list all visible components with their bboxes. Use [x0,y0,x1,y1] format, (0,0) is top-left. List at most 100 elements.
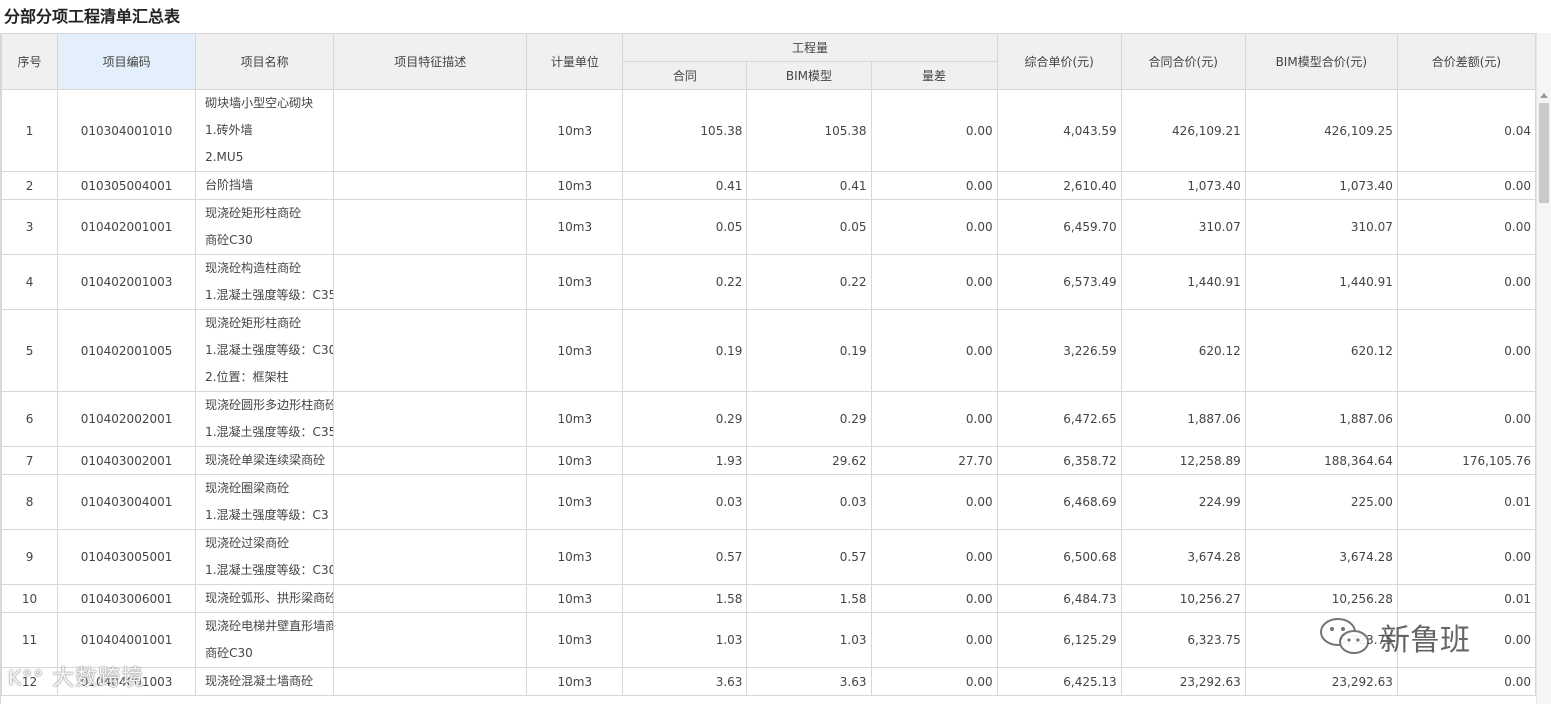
cell-name: 现浇砼圈梁商砼 1.混凝土强度等级：C3 [195,474,335,530]
cell-seq: 6 [1,391,59,447]
table-row[interactable]: 2 010305004001 台阶挡墙 10m3 0.41 0.41 0.00 2,610.4… [1,171,1537,200]
cell-feature [333,171,528,200]
cell-code: 010402001001 [57,199,197,255]
cell-contract-qty: 1.93 [622,446,748,475]
cell-contract-qty: 0.29 [622,391,748,447]
cell-feature [333,254,528,310]
cell-name: 现浇砼单梁连续梁商砼 [195,446,335,475]
cell-bim-qty: 1.03 [746,612,872,668]
cell-feature [333,584,528,613]
cell-contract-qty: 3.63 [622,667,748,696]
header-bim-total[interactable]: BIM模型合价(元) [1244,33,1398,90]
cell-feature [333,309,528,392]
cell-contract-qty: 1.58 [622,584,748,613]
cell-unit-price: 3,226.59 [996,309,1122,392]
header-contract-total[interactable]: 合同合价(元) [1120,33,1246,90]
cell-bim-qty: 3.63 [746,667,872,696]
table-row[interactable]: 9 010403005001 现浇砼过梁商砼 1.混凝土强度等级：C30 10m3 0.5… [1,529,1537,585]
table-row[interactable]: 10 010403006001 现浇砼弧形、拱形梁商砼 10m3 1.58 1.58 0.0… [1,584,1537,613]
cell-name-line: 1.混凝土强度等级：C30 [205,563,334,577]
cell-bim-qty: 0.29 [746,391,872,447]
cell-name: 现浇砼圆形多边形柱商砼 1.混凝土强度等级：C35 [195,391,335,447]
cell-unit: 10m3 [526,89,624,172]
cell-bim-total: 1,887.06 [1244,391,1398,447]
cell-contract-qty: 0.57 [622,529,748,585]
cell-feature [333,391,528,447]
cell-bim-total: 188,364.64 [1244,446,1398,475]
table-row[interactable]: 1 010304001010 砌块墙小型空心砌块 1.砖外墙 2.MU5 10m3 105.… [1,89,1537,172]
cell-unit: 10m3 [526,254,624,310]
scroll-up-arrow-icon[interactable] [1540,93,1548,98]
cell-contract-total: 620.12 [1120,309,1246,392]
header-diff[interactable]: 量差 [870,61,998,90]
cell-name-line: 2.位置：框架柱 [205,370,289,384]
cell-name-line: 现浇砼弧形、拱形梁商砼 [205,591,334,605]
table-row[interactable]: 12 010404001003 现浇砼混凝土墙商砼 10m3 3.63 3.63 0.00 6… [1,667,1537,696]
cell-bim-total: 310.07 [1244,199,1398,255]
cell-unit-price: 6,484.73 [996,584,1122,613]
table-row[interactable]: 7 010403002001 现浇砼单梁连续梁商砼 10m3 1.93 29.62 27.7… [1,446,1537,475]
cell-name-line: 商砼C30 [205,646,253,660]
header-seq[interactable]: 序号 [1,33,59,90]
table-row[interactable]: 5 010402001005 现浇砼矩形柱商砼 1.混凝土强度等级：C30 2.位置：框… [1,309,1537,392]
cell-code: 010403002001 [57,446,197,475]
cell-total-diff: 176,105.76 [1396,446,1537,475]
cell-name-line: 2.MU5 [205,150,244,164]
cell-code: 010403004001 [57,474,197,530]
table-row[interactable]: 3 010402001001 现浇砼矩形柱商砼 商砼C30 10m3 0.05 0.05 0.… [1,199,1537,255]
cell-name-line: 现浇砼混凝土墙商砼 [205,674,314,688]
header-feature[interactable]: 项目特征描述 [333,33,528,90]
cell-name-line: 1.砖外墙 [205,123,253,137]
table-row[interactable]: 6 010402002001 现浇砼圆形多边形柱商砼 1.混凝土强度等级：C35 10m… [1,391,1537,447]
header-unit-price[interactable]: 综合单价(元) [996,33,1122,90]
cell-unit: 10m3 [526,529,624,585]
header-bim[interactable]: BIM模型 [746,61,872,90]
cell-contract-total: 426,109.21 [1120,89,1246,172]
cell-unit: 10m3 [526,309,624,392]
cell-name: 现浇砼矩形柱商砼 商砼C30 [195,199,335,255]
cell-unit-price: 6,573.49 [996,254,1122,310]
cell-name-line: 1.混凝土强度等级：C35 [205,425,334,439]
vertical-scrollbar[interactable] [1536,33,1551,704]
cell-contract-total: 6,323.75 [1120,612,1246,668]
cell-seq: 9 [1,529,59,585]
table-row[interactable]: 11 010404001001 现浇砼电梯井壁直形墙商 商砼C30 10m3 1.03 1.… [1,612,1537,668]
scroll-thumb[interactable] [1539,103,1549,203]
cell-feature [333,446,528,475]
cell-bim-total: 23,292.63 [1244,667,1398,696]
header-code[interactable]: 项目编码 [57,33,197,90]
cell-unit-price: 6,358.72 [996,446,1122,475]
cell-name-line: 现浇砼矩形柱商砼 [205,206,302,220]
cell-feature [333,89,528,172]
table-row[interactable]: 4 010402001003 现浇砼构造柱商砼 1.混凝土强度等级：C35 10m3 0.… [1,254,1537,310]
cell-contract-total: 1,440.91 [1120,254,1246,310]
cell-name: 台阶挡墙 [195,171,335,200]
cell-feature [333,199,528,255]
cell-unit: 10m3 [526,171,624,200]
cell-name-line: 1.混凝土强度等级：C3 [205,508,329,522]
cell-name: 现浇砼过梁商砼 1.混凝土强度等级：C30 [195,529,335,585]
cell-total-diff: 0.04 [1396,89,1537,172]
cell-contract-total: 310.07 [1120,199,1246,255]
cell-bim-qty: 0.03 [746,474,872,530]
cell-code: 010304001010 [57,89,197,172]
cell-name-line: 现浇砼电梯井壁直形墙商 [205,619,334,633]
cell-name: 现浇砼构造柱商砼 1.混凝土强度等级：C35 [195,254,335,310]
cell-name-line: 现浇砼过梁商砼 [205,536,290,550]
cell-total-diff: 0.00 [1396,391,1537,447]
header-total-diff[interactable]: 合价差额(元) [1396,33,1537,90]
cell-unit-price: 6,459.70 [996,199,1122,255]
header-contract[interactable]: 合同 [622,61,748,90]
table-body: 1 010304001010 砌块墙小型空心砌块 1.砖外墙 2.MU5 10m3 105.… [1,89,1537,696]
table-row[interactable]: 8 010403004001 现浇砼圈梁商砼 1.混凝土强度等级：C3 10m3 0.03… [1,474,1537,530]
cell-code: 010402002001 [57,391,197,447]
cell-name-line: 现浇砼圈梁商砼 [205,481,290,495]
cell-name-line: 现浇砼单梁连续梁商砼 [205,453,326,467]
cell-diff-qty: 0.00 [870,89,998,172]
header-unit[interactable]: 计量单位 [526,33,624,90]
header-name[interactable]: 项目名称 [195,33,335,90]
cell-name: 现浇砼弧形、拱形梁商砼 [195,584,335,613]
cell-bim-qty: 29.62 [746,446,872,475]
cell-bim-qty: 0.05 [746,199,872,255]
cell-unit: 10m3 [526,612,624,668]
